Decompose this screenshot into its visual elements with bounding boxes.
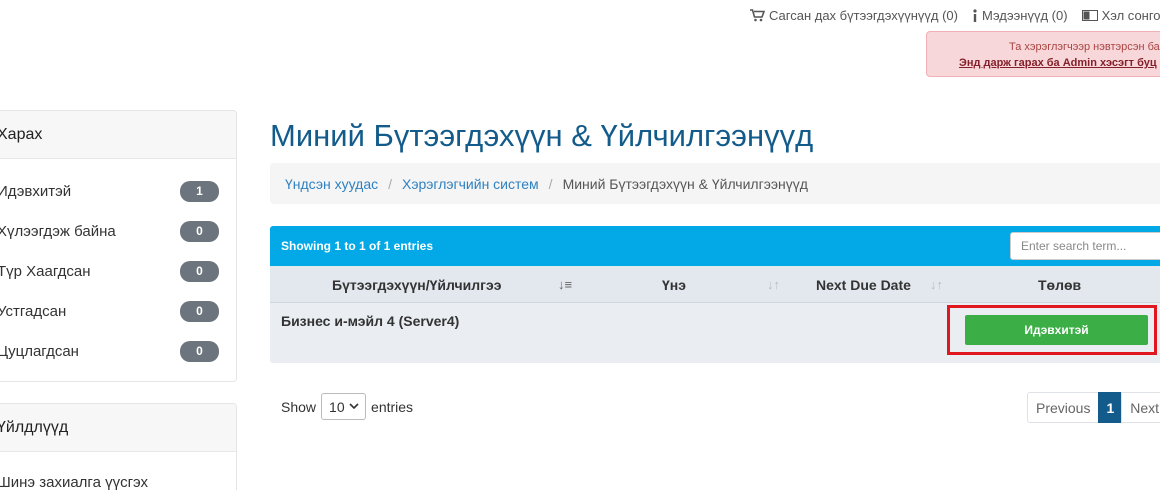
sidebar-item-terminated[interactable]: Устгадсан 0 xyxy=(0,291,236,331)
sort-icon[interactable]: ↓↑ xyxy=(930,277,943,292)
sidebar-item-label: Түр Хаагдсан xyxy=(0,262,91,280)
breadcrumb-home-link[interactable]: Үндсэн хуудас xyxy=(285,176,378,192)
column-header-next-due-date[interactable]: Next Due Date xyxy=(816,266,911,303)
sidebar-item-suspended[interactable]: Түр Хаагдсан 0 xyxy=(0,251,236,291)
status-filter-list: Идэвхитэй 1 Хүлээгдэж байна 0 Түр Хаагдс… xyxy=(0,171,236,371)
language-label: Хэл сонго xyxy=(1101,8,1160,23)
notifications-link[interactable]: Мэдээнүүд (0) xyxy=(972,8,1068,23)
admin-login-alert: Та хэрэглэгчээр нэвтэрсэн бай Энд дарж г… xyxy=(926,31,1160,77)
cart-icon xyxy=(750,9,765,22)
product-name: Бизнес и-мэйл 4 (Server4) xyxy=(281,313,460,329)
count-badge: 0 xyxy=(180,300,219,322)
count-badge: 1 xyxy=(180,180,219,202)
column-header-product[interactable]: Бүтээгдэхүүн/Үйлчилгээ xyxy=(332,266,501,303)
column-header-label: Үнэ xyxy=(662,276,686,293)
column-header-label: Next Due Date xyxy=(816,276,911,293)
return-to-admin-link[interactable]: Энд дарж гарах ба Admin хэсэгт буц xyxy=(959,55,1160,71)
info-icon xyxy=(973,9,977,22)
column-header-price[interactable]: Үнэ xyxy=(662,266,686,303)
services-table: Showing 1 to 1 of 1 entries Бүтээгдэхүүн… xyxy=(270,226,1160,363)
sidebar-view-heading: Харах xyxy=(0,111,236,159)
next-page-button[interactable]: Next xyxy=(1121,392,1160,423)
table-header-row: Бүтээгдэхүүн/Үйлчилгээ ↓≡ Үнэ ↓↑ Next Du… xyxy=(270,266,1160,303)
column-header-status[interactable]: Төлөв xyxy=(1038,266,1081,303)
cart-link[interactable]: Сагсан дах бүтээгдэхүүнүүд (0) xyxy=(750,8,958,23)
sidebar-view-heading-text: Харах xyxy=(0,125,43,143)
table-search-input[interactable] xyxy=(1010,232,1160,260)
sidebar-item-label: Цуцлагдсан xyxy=(0,342,79,360)
entries-per-page-select[interactable]: 10 xyxy=(321,393,367,420)
sidebar-actions-heading-text: Үйлдлүүд xyxy=(0,418,69,436)
sidebar-item-label: Хүлээгдэж байна xyxy=(0,222,116,240)
sidebar-item-label: Устгадсан xyxy=(0,302,67,320)
count-badge: 0 xyxy=(180,260,219,282)
sidebar-item-cancelled[interactable]: Цуцлагдсан 0 xyxy=(0,331,236,371)
page-number-button[interactable]: 1 xyxy=(1098,392,1123,423)
language-icon xyxy=(1081,10,1098,21)
cart-label: Сагсан дах бүтээгдэхүүнүүд (0) xyxy=(769,8,958,23)
sidebar-item-pending[interactable]: Хүлээгдэж байна 0 xyxy=(0,211,236,251)
alert-message: Та хэрэглэгчээр нэвтэрсэн бай xyxy=(1009,41,1160,53)
column-header-label: Төлөв xyxy=(1038,276,1082,293)
count-badge: 0 xyxy=(180,340,219,362)
table-info-text: Showing 1 to 1 of 1 entries xyxy=(281,239,434,253)
notifications-label: Мэдээнүүд (0) xyxy=(981,8,1068,23)
sidebar-actions-heading: Үйлдлүүд xyxy=(0,404,236,452)
entries-label: entries xyxy=(371,398,414,415)
sidebar-item-new-order[interactable]: Шинэ захиалга үүсгэх xyxy=(0,462,236,490)
show-label: Show xyxy=(281,398,317,415)
breadcrumb: Үндсэн хуудас / Хэрэглэгчийн систем / Ми… xyxy=(270,163,1160,204)
breadcrumb-separator: / xyxy=(548,175,553,192)
count-badge: 0 xyxy=(180,220,219,242)
breadcrumb-current: Миний Бүтээгдэхүүн & Үйлчилгээнүүд xyxy=(562,175,808,192)
sort-icon[interactable]: ↓↑ xyxy=(767,277,780,292)
sidebar-actions-panel: Үйлдлүүд Шинэ захиалга үүсгэх xyxy=(0,403,237,490)
column-header-label: Бүтээгдэхүүн/Үйлчилгээ xyxy=(332,276,502,293)
breadcrumb-client-area-link[interactable]: Хэрэглэгчийн систем xyxy=(402,176,539,192)
sidebar-item-label: Шинэ захиалга үүсгэх xyxy=(0,473,149,490)
page-title: Миний Бүтээгдэхүүн & Үйлчилгээнүүд xyxy=(270,118,814,153)
language-selector[interactable]: Хэл сонго xyxy=(1081,8,1160,23)
top-navbar: Сагсан дах бүтээгдэхүүнүүд (0) Мэдээнүүд… xyxy=(750,8,1160,23)
table-length-control: Show 10 entries xyxy=(281,393,413,420)
previous-page-button[interactable]: Previous xyxy=(1027,392,1100,423)
sidebar-item-label: Идэвхитэй xyxy=(0,182,72,200)
sidebar-item-active[interactable]: Идэвхитэй 1 xyxy=(0,171,236,211)
entries-per-page-value: 10 xyxy=(329,398,345,415)
sort-asc-icon[interactable]: ↓≡ xyxy=(558,277,572,292)
table-row[interactable]: Бизнес и-мэйл 4 (Server4) Идэвхитэй xyxy=(270,303,1160,363)
chevron-down-icon xyxy=(349,403,359,410)
pagination: Previous 1 Next xyxy=(1027,392,1160,423)
sidebar-view-panel: Харах Идэвхитэй 1 Хүлээгдэж байна 0 Түр … xyxy=(0,110,237,382)
breadcrumb-separator: / xyxy=(388,175,392,192)
table-toolbar: Showing 1 to 1 of 1 entries xyxy=(270,226,1160,266)
status-badge: Идэвхитэй xyxy=(965,315,1148,345)
